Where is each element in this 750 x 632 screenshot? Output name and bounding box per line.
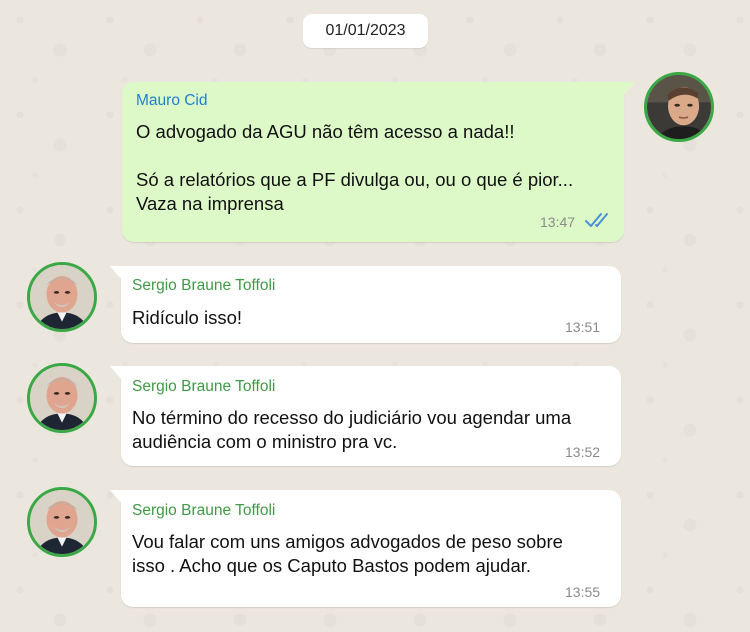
message-time: 13:52 [565, 444, 601, 460]
date-separator: 01/01/2023 [303, 14, 428, 48]
message-bubble-outgoing[interactable]: Mauro Cid O advogado da AGU não têm aces… [122, 82, 635, 242]
sender-name: Mauro Cid [136, 92, 208, 109]
profile-photo [30, 366, 94, 430]
sender-name: Sergio Braune Toffoli [132, 277, 276, 294]
avatar-mauro-cid[interactable] [644, 72, 714, 142]
message-time: 13:51 [565, 319, 601, 335]
sender-name: Sergio Braune Toffoli [132, 502, 276, 519]
double-check-icon [585, 213, 608, 227]
message-bubble-incoming[interactable]: Sergio Braune Toffoli Ridículo isso! 13:… [110, 266, 621, 343]
message-text: Ridículo isso! [132, 307, 243, 328]
message-time: 13:47 [540, 214, 576, 230]
avatar-sergio-braune-toffoli[interactable] [27, 363, 97, 433]
bubble-tail [623, 82, 635, 96]
message-bubble-incoming[interactable]: Sergio Braune Toffoli Vou falar com uns … [110, 490, 621, 607]
bubble-tail [110, 490, 122, 504]
bubble-tail [110, 266, 122, 280]
profile-photo [30, 265, 94, 329]
message-bubble-incoming[interactable]: Sergio Braune Toffoli No término do rece… [110, 366, 621, 466]
message-time: 13:55 [565, 584, 601, 600]
profile-photo [647, 75, 711, 139]
bubble-tail [110, 366, 122, 380]
avatar-sergio-braune-toffoli[interactable] [27, 262, 97, 332]
profile-photo [30, 490, 94, 554]
message-text: No término do recesso do judiciário vou … [132, 407, 572, 452]
avatar-sergio-braune-toffoli[interactable] [27, 487, 97, 557]
message-text: Vou falar com uns amigos advogados de pe… [132, 531, 563, 576]
date-label: 01/01/2023 [325, 22, 406, 39]
sender-name: Sergio Braune Toffoli [132, 378, 276, 395]
message-text: O advogado da AGU não têm acesso a nada!… [136, 121, 574, 214]
